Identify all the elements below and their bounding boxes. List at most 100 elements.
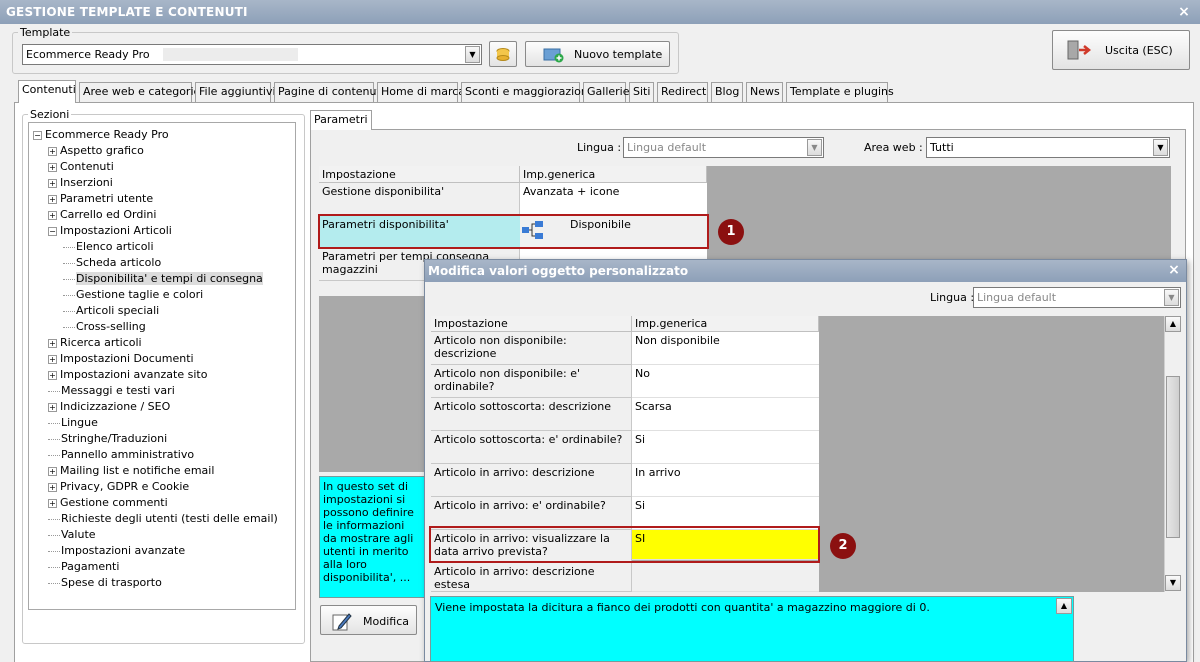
tab-siti[interactable]: Siti	[629, 82, 654, 102]
modify-button[interactable]: Modifica	[320, 605, 417, 635]
dialog-lingua-select[interactable]: Lingua default ▼	[973, 287, 1181, 308]
tree-item[interactable]: Valute	[48, 527, 96, 543]
chevron-down-icon[interactable]: ▼	[807, 139, 822, 156]
tab-sconti-e-maggiorazioni[interactable]: Sconti e maggiorazioni	[461, 82, 591, 102]
tree-item[interactable]: Gestione taglie e colori	[63, 287, 203, 303]
tab-gallerie[interactable]: Gallerie	[583, 82, 630, 102]
dialog-row-key[interactable]: Articolo non disponibile: e' ordinabile?	[431, 365, 632, 398]
tree-item[interactable]: + Impostazioni avanzate sito	[48, 367, 207, 383]
tree-item-label: Lingue	[61, 416, 98, 429]
params-area-label: Area web :	[864, 141, 923, 154]
exit-button[interactable]: Uscita (ESC)	[1052, 30, 1190, 70]
dialog-col-impostazione: Impostazione	[431, 316, 632, 332]
expand-icon[interactable]: +	[48, 194, 57, 204]
chevron-down-icon[interactable]: ▼	[465, 46, 480, 63]
tree-item[interactable]: + Ricerca articoli	[48, 335, 142, 351]
tree-item[interactable]: Elenco articoli	[63, 239, 154, 255]
dialog-row-value[interactable]: Si	[632, 431, 819, 464]
dialog-row-key[interactable]: Articolo in arrivo: descrizione estesa	[431, 563, 632, 592]
expand-icon[interactable]: +	[48, 338, 57, 348]
tree-item[interactable]: + Inserzioni	[48, 175, 113, 191]
expand-icon[interactable]: +	[48, 466, 57, 476]
dialog-row-value[interactable]: Scarsa	[632, 398, 819, 431]
scroll-down-icon[interactable]: ▼	[1165, 575, 1181, 591]
edit-icon	[332, 613, 352, 631]
dialog-row-key[interactable]: Articolo sottoscorta: e' ordinabile?	[431, 431, 632, 464]
tab-redirect[interactable]: Redirect	[657, 82, 708, 102]
new-template-button[interactable]: Nuovo template	[525, 41, 670, 67]
open-template-button[interactable]	[489, 41, 517, 67]
params-row-value[interactable]: Avanzata + icone	[520, 183, 707, 216]
params-row-key[interactable]: Gestione disponibilita'	[319, 183, 520, 216]
expand-icon[interactable]: +	[48, 178, 57, 188]
tree-item[interactable]: + Mailing list e notifiche email	[48, 463, 214, 479]
tab-template-e-plugins[interactable]: Template e plugins	[786, 82, 894, 102]
tree-connector	[48, 390, 60, 392]
expand-icon[interactable]: +	[48, 210, 57, 220]
expand-icon[interactable]: +	[48, 482, 57, 492]
tree-connector	[48, 550, 60, 552]
dialog-row-value[interactable]	[632, 563, 819, 592]
tab-pagine-di-contenuti[interactable]: Pagine di contenuti	[274, 82, 384, 102]
dialog-row-value[interactable]: In arrivo	[632, 464, 819, 497]
tree-item[interactable]: Scheda articolo	[63, 255, 161, 271]
tree-item[interactable]: Impostazioni avanzate	[48, 543, 185, 559]
tree-item[interactable]: Lingue	[48, 415, 98, 431]
tree-item[interactable]: − Ecommerce Ready Pro	[33, 127, 169, 143]
tree-item[interactable]: Pannello amministrativo	[48, 447, 194, 463]
scroll-up-icon[interactable]: ▲	[1165, 316, 1181, 332]
template-select[interactable]: Ecommerce Ready Pro ▼	[22, 44, 482, 65]
dialog-row-key[interactable]: Articolo non disponibile: descrizione	[431, 332, 632, 365]
params-area-value: Tutti	[930, 141, 954, 154]
dialog-row-value[interactable]: Non disponibile	[632, 332, 819, 365]
tab-aree-web-e-categorie[interactable]: Aree web e categorie	[79, 82, 200, 102]
tree-item[interactable]: + Aspetto grafico	[48, 143, 144, 159]
window-close-button[interactable]: ×	[1174, 0, 1194, 24]
tree-item[interactable]: − Impostazioni Articoli	[48, 223, 172, 239]
dialog-close-button[interactable]: ×	[1164, 259, 1184, 281]
tab-home-di-marca[interactable]: Home di marca	[377, 82, 465, 102]
redacted-area	[163, 48, 298, 61]
tree-item-label: Impostazioni Documenti	[60, 352, 194, 365]
expand-icon[interactable]: −	[33, 130, 42, 140]
expand-icon[interactable]: +	[48, 402, 57, 412]
scroll-up-icon[interactable]: ▲	[1056, 598, 1072, 614]
tab-file-aggiuntivi[interactable]: File aggiuntivi	[195, 82, 276, 102]
tab-contenuti[interactable]: Contenuti	[18, 80, 76, 103]
tree-item[interactable]: Stringhe/Traduzioni	[48, 431, 167, 447]
tree-item[interactable]: Pagamenti	[48, 559, 119, 575]
expand-icon[interactable]: +	[48, 498, 57, 508]
tree-item[interactable]: + Impostazioni Documenti	[48, 351, 194, 367]
tree-item[interactable]: Articoli speciali	[63, 303, 159, 319]
tree-item[interactable]: Messaggi e testi vari	[48, 383, 175, 399]
expand-icon[interactable]: −	[48, 226, 57, 236]
chevron-down-icon[interactable]: ▼	[1164, 289, 1179, 306]
tree-item[interactable]: + Gestione commenti	[48, 495, 168, 511]
dialog-row-key[interactable]: Articolo sottoscorta: descrizione	[431, 398, 632, 431]
scroll-thumb[interactable]	[1166, 376, 1180, 538]
tree-item[interactable]: + Carrello ed Ordini	[48, 207, 156, 223]
tree-item[interactable]: + Privacy, GDPR e Cookie	[48, 479, 189, 495]
tree-item[interactable]: Cross-selling	[63, 319, 146, 335]
chevron-down-icon[interactable]: ▼	[1153, 139, 1168, 156]
dialog-scrollbar[interactable]: ▲ ▼	[1164, 316, 1181, 592]
tab-parametri[interactable]: Parametri	[310, 110, 372, 130]
dialog-description: Viene impostata la dicitura a fianco dei…	[430, 596, 1074, 662]
tree-item[interactable]: Disponibilita' e tempi di consegna	[63, 271, 263, 287]
dialog-row-key[interactable]: Articolo in arrivo: descrizione	[431, 464, 632, 497]
params-area-select[interactable]: Tutti ▼	[926, 137, 1170, 158]
tree-item[interactable]: + Parametri utente	[48, 191, 153, 207]
tab-news[interactable]: News	[746, 82, 783, 102]
dialog-row-value[interactable]: No	[632, 365, 819, 398]
tab-blog[interactable]: Blog	[711, 82, 743, 102]
expand-icon[interactable]: +	[48, 354, 57, 364]
expand-icon[interactable]: +	[48, 146, 57, 156]
tree-item[interactable]: + Contenuti	[48, 159, 114, 175]
sections-tree[interactable]: − Ecommerce Ready Pro + Aspetto grafico + Con…	[28, 122, 296, 610]
params-lingua-select[interactable]: Lingua default ▼	[623, 137, 824, 158]
tree-item[interactable]: Spese di trasporto	[48, 575, 162, 591]
tree-item[interactable]: Richieste degli utenti (testi delle emai…	[48, 511, 278, 527]
tree-item[interactable]: + Indicizzazione / SEO	[48, 399, 170, 415]
expand-icon[interactable]: +	[48, 162, 57, 172]
expand-icon[interactable]: +	[48, 370, 57, 380]
